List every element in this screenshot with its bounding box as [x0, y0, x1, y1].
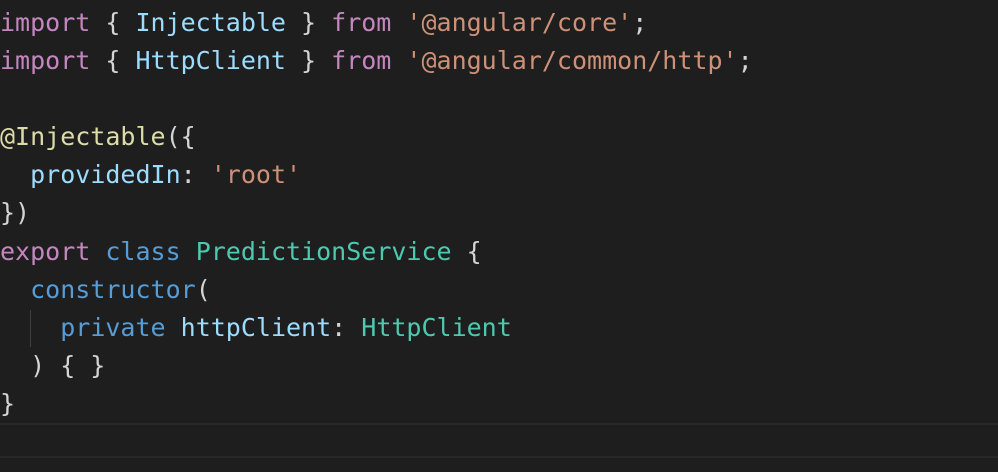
code-line[interactable]: import { Injectable } from '@angular/cor… [0, 4, 998, 42]
code-line[interactable]: private httpClient: HttpClient [0, 309, 998, 347]
current-line-highlight [0, 423, 998, 458]
code-token: { [90, 46, 136, 75]
code-line[interactable]: providedIn: 'root' [0, 156, 998, 194]
code-token: PredictionService [195, 237, 452, 266]
code-token: 'root' [210, 160, 302, 189]
code-token: ({ [165, 122, 196, 151]
code-token: ) { } [0, 351, 106, 380]
code-token: @Injectable [0, 122, 166, 151]
code-token: Injectable [135, 8, 286, 37]
code-token: providedIn [30, 160, 181, 189]
code-token: HttpClient [135, 46, 286, 75]
code-editor[interactable]: import { Injectable } from '@angular/cor… [0, 0, 998, 472]
code-line[interactable]: constructor( [0, 271, 998, 309]
code-token: '@angular/core' [406, 8, 633, 37]
code-token: : [331, 313, 362, 342]
code-token: import [0, 8, 91, 37]
code-token: '@angular/common/http' [406, 46, 738, 75]
code-token: { [90, 8, 136, 37]
code-token: private [60, 313, 166, 342]
code-line[interactable] [0, 80, 998, 118]
code-token: from [331, 8, 392, 37]
code-token: ( [195, 275, 211, 304]
code-token: ; [632, 8, 648, 37]
code-token: } [0, 389, 16, 418]
code-line[interactable]: @Injectable({ [0, 118, 998, 156]
code-token: from [331, 46, 392, 75]
code-token: HttpClient [361, 313, 512, 342]
code-token: constructor [30, 275, 196, 304]
code-token: export [0, 237, 91, 266]
code-token: import [0, 46, 91, 75]
code-line[interactable]: } [0, 385, 998, 423]
code-token: class [105, 237, 181, 266]
code-token: }) [0, 198, 31, 227]
code-line[interactable]: export class PredictionService { [0, 233, 998, 271]
code-line[interactable]: }) [0, 194, 998, 232]
code-token: : [180, 160, 211, 189]
code-token: } [285, 46, 332, 75]
code-token: } [285, 8, 332, 37]
code-line[interactable]: import { HttpClient } from '@angular/com… [0, 42, 998, 80]
code-token: ; [737, 46, 753, 75]
code-token: { [451, 237, 482, 266]
code-line[interactable]: ) { } [0, 347, 998, 385]
code-token: httpClient [180, 313, 332, 342]
